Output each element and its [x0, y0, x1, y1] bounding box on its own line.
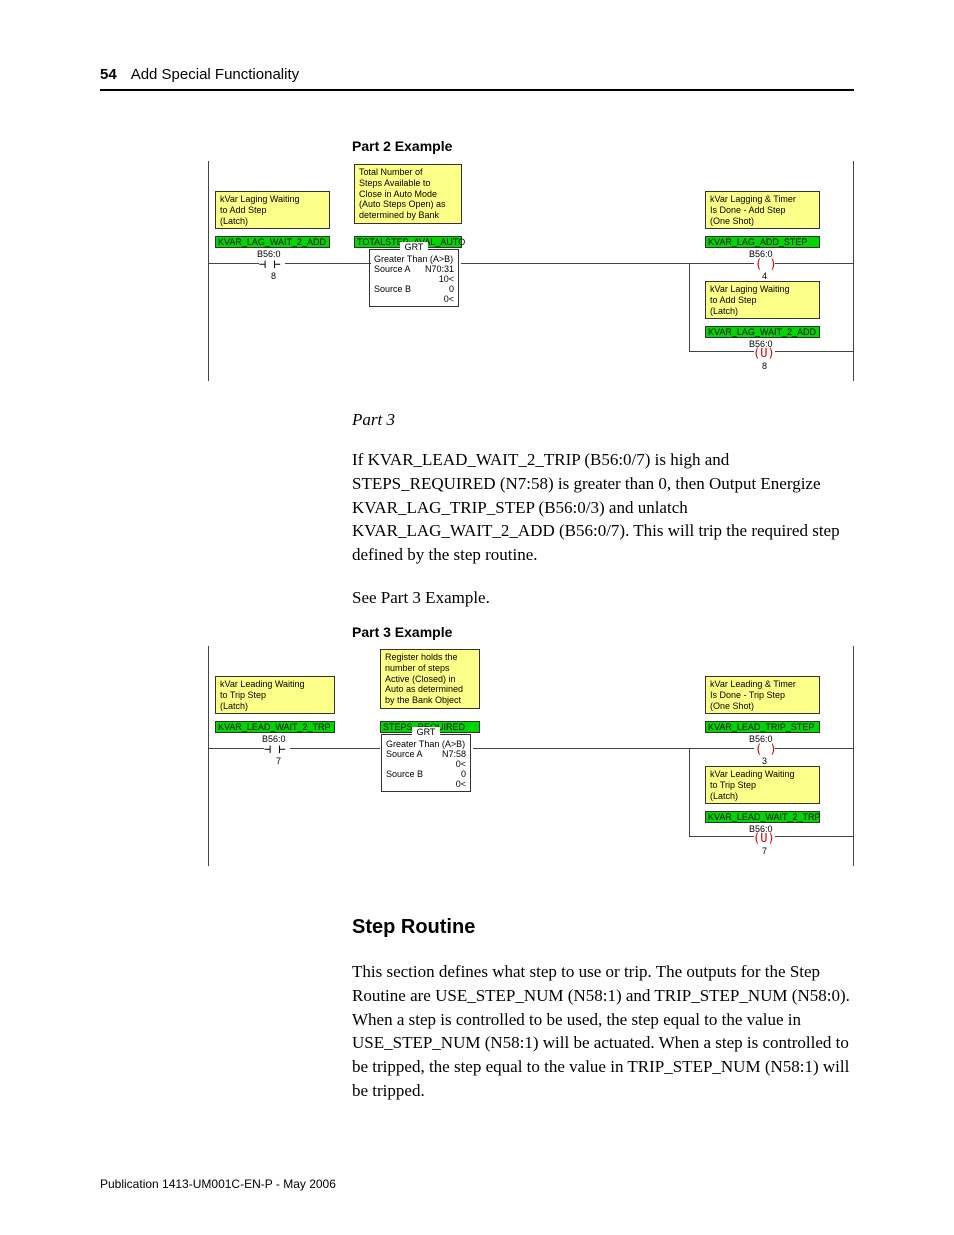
part3-title: Part 3: [352, 410, 854, 430]
part2-caption: Part 2 Example: [352, 138, 854, 154]
part3-caption: Part 3 Example: [352, 624, 854, 640]
publication-footer: Publication 1413-UM001C-EN-P - May 2006: [100, 1177, 336, 1191]
part3-paragraph: If KVAR_LEAD_WAIT_2_TRIP (B56:0/7) is hi…: [352, 448, 854, 567]
step-routine-para: This section defines what step to use or…: [352, 960, 854, 1103]
chapter-title: Add Special Functionality: [131, 66, 299, 83]
page-number: 54: [100, 66, 117, 83]
step-routine-heading: Step Routine: [352, 916, 854, 939]
part3-see: See Part 3 Example.: [352, 586, 854, 610]
page-header: 54 Add Special Functionality: [100, 66, 854, 91]
part2-ladder: kVar Laging Waiting to Add Step (Latch) …: [208, 161, 854, 381]
part3-ladder: kVar Leading Waiting to Trip Step (Latch…: [208, 646, 854, 866]
